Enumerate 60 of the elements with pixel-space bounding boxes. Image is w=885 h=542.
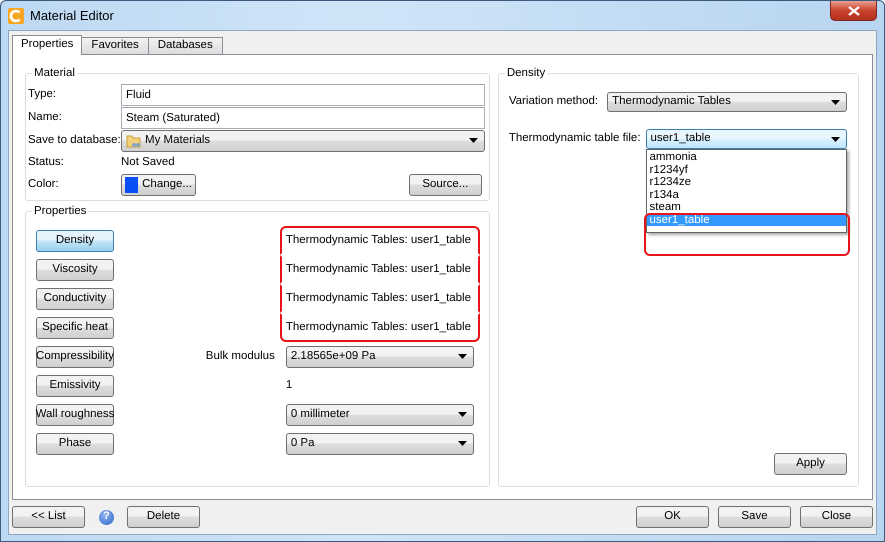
dropdown-option[interactable]: r134a [646,188,846,201]
app-icon [8,8,24,24]
group-title: Density [504,67,548,80]
dropdown-option[interactable]: ammonia [646,151,846,164]
dropdown[interactable]: user1_table [646,129,847,149]
input-field[interactable]: Fluid [121,84,485,106]
input-field[interactable]: Steam (Saturated) [121,106,485,128]
dropdown[interactable]: 0 millimeter [286,404,474,426]
tab[interactable]: Properties [12,35,82,55]
dropdown-option[interactable]: r1234yf [646,164,846,176]
footer-button[interactable]: OK [636,506,709,528]
dropdown-value: My Materials [145,134,210,148]
dropdown-option[interactable]: r1234ze [646,176,846,188]
property-button[interactable]: Density [36,230,114,252]
change-color-button[interactable]: Change... [121,174,196,196]
dropdown[interactable]: 2.18565e+09 Pa [286,346,474,368]
property-value: Thermodynamic Tables: user1_table [286,292,472,306]
field-label: Save to database: [28,134,121,148]
caret-icon [468,138,478,143]
field-label: Status: [28,156,65,170]
dropdown[interactable]: 0 Pa [286,432,474,455]
field-label: Thermodynamic table file: [508,132,641,146]
property-button[interactable]: Conductivity [36,288,114,310]
property-button[interactable]: Viscosity [36,258,114,281]
tab[interactable]: Favorites [81,37,149,54]
field-label: Name: [28,110,63,124]
property-button[interactable]: Emissivity [36,374,114,397]
dropdown-option[interactable]: steam [646,201,846,214]
property-button[interactable]: Phase [36,432,114,455]
property-value: Thermodynamic Tables: user1_table [286,262,472,276]
field-label: Bulk modulus [206,350,275,364]
window-title: Material Editor [30,8,114,24]
caret-icon [458,354,467,360]
footer-button[interactable]: Close [800,506,873,528]
property-value: Thermodynamic Tables: user1_table [286,320,472,334]
group-title: Properties [32,205,88,218]
field-label: Variation method: [508,95,598,109]
source-button[interactable]: Source... [408,174,482,196]
close-icon [848,6,860,16]
property-button[interactable]: Compressibility [36,346,114,368]
footer-button[interactable]: Delete [127,506,200,528]
caret-icon [831,100,840,104]
dropdown[interactable]: Thermodynamic Tables [607,92,847,112]
tab[interactable]: Databases [148,37,223,54]
apply-button[interactable]: Apply [774,453,847,475]
property-button[interactable]: Specific heat [36,316,114,339]
dropdown[interactable]: My Materials [121,130,485,152]
caret-icon [458,412,467,418]
footer-button[interactable]: Save [718,506,791,528]
close-button[interactable] [830,1,877,21]
status-text: Not Saved [121,156,175,170]
caret-icon [458,441,467,446]
caret-icon [831,136,840,142]
field-label: Type: [28,88,58,102]
property-value: 1 [286,378,292,392]
folder-icon [126,132,142,148]
property-button[interactable]: Wall roughness [36,404,114,426]
footer-button[interactable]: << List [12,506,85,528]
field-label: Color: [28,178,60,192]
property-value: Thermodynamic Tables: user1_table [286,234,472,248]
